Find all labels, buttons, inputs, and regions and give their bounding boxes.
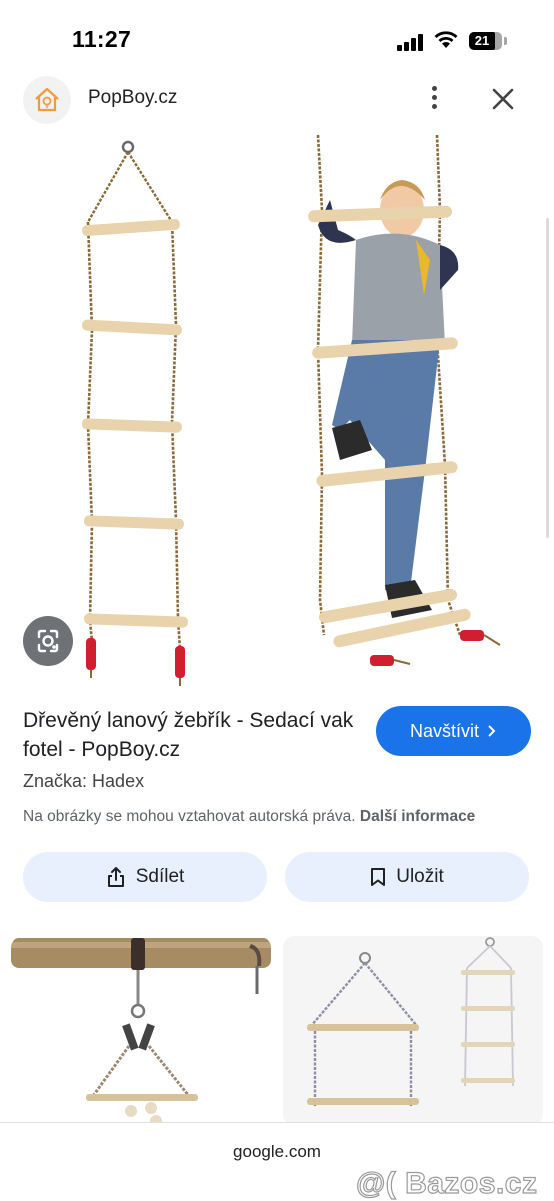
google-lens-button[interactable] [23,616,73,666]
chevron-right-icon [488,725,496,737]
bazos-watermark: @( Bazos.cz [355,1166,538,1200]
close-icon[interactable] [488,84,518,114]
swing-hanger-image [11,936,271,1126]
product-image[interactable] [0,130,554,690]
bookmark-icon [371,868,386,886]
visit-button[interactable]: Navštívit [376,706,531,756]
more-options-icon[interactable] [424,84,446,112]
wifi-icon [434,31,458,48]
address-bar[interactable]: google.com @( Bazos.cz [0,1122,554,1201]
page-url[interactable]: google.com [0,1142,554,1162]
brand-value: Hadex [92,771,145,791]
share-button[interactable]: Sdílet [23,852,267,902]
ladder-with-child [308,134,501,666]
visit-button-label: Navštívit [409,720,479,741]
more-info-link[interactable]: Další informace [360,808,475,825]
copyright-text: Na obrázky se mohou vztahovat autorská p… [23,808,356,825]
related-image-2[interactable] [283,936,543,1126]
rope-ladder-thumbnail [283,936,543,1126]
brand-line: Značka: Hadex [23,771,144,792]
result-title[interactable]: Dřevěný lanový žebřík - Sedací vak fotel… [23,706,363,764]
lens-icon [37,629,59,653]
status-time: 11:27 [72,26,132,52]
battery-icon: 21 [469,32,502,50]
status-bar: 11:27 21 [0,0,554,70]
cellular-signal-icon [397,33,425,51]
share-icon [107,867,124,887]
battery-cap [504,37,507,45]
site-favicon[interactable] [23,76,71,124]
save-button[interactable]: Uložit [285,852,529,902]
brand-label: Značka: [23,771,88,791]
battery-level: 21 [469,32,495,50]
share-label: Sdílet [135,866,185,887]
scroll-indicator [546,218,549,538]
rope-ladder-image [81,134,501,686]
save-label: Uložit [396,866,444,887]
site-name[interactable]: PopBoy.cz [88,87,177,109]
copyright-notice: Na obrázky se mohou vztahovat autorská p… [23,808,475,826]
house-logo-icon [35,87,59,112]
related-image-1[interactable] [11,936,271,1126]
ladder-left [81,140,188,686]
source-header: PopBoy.cz [0,70,554,130]
